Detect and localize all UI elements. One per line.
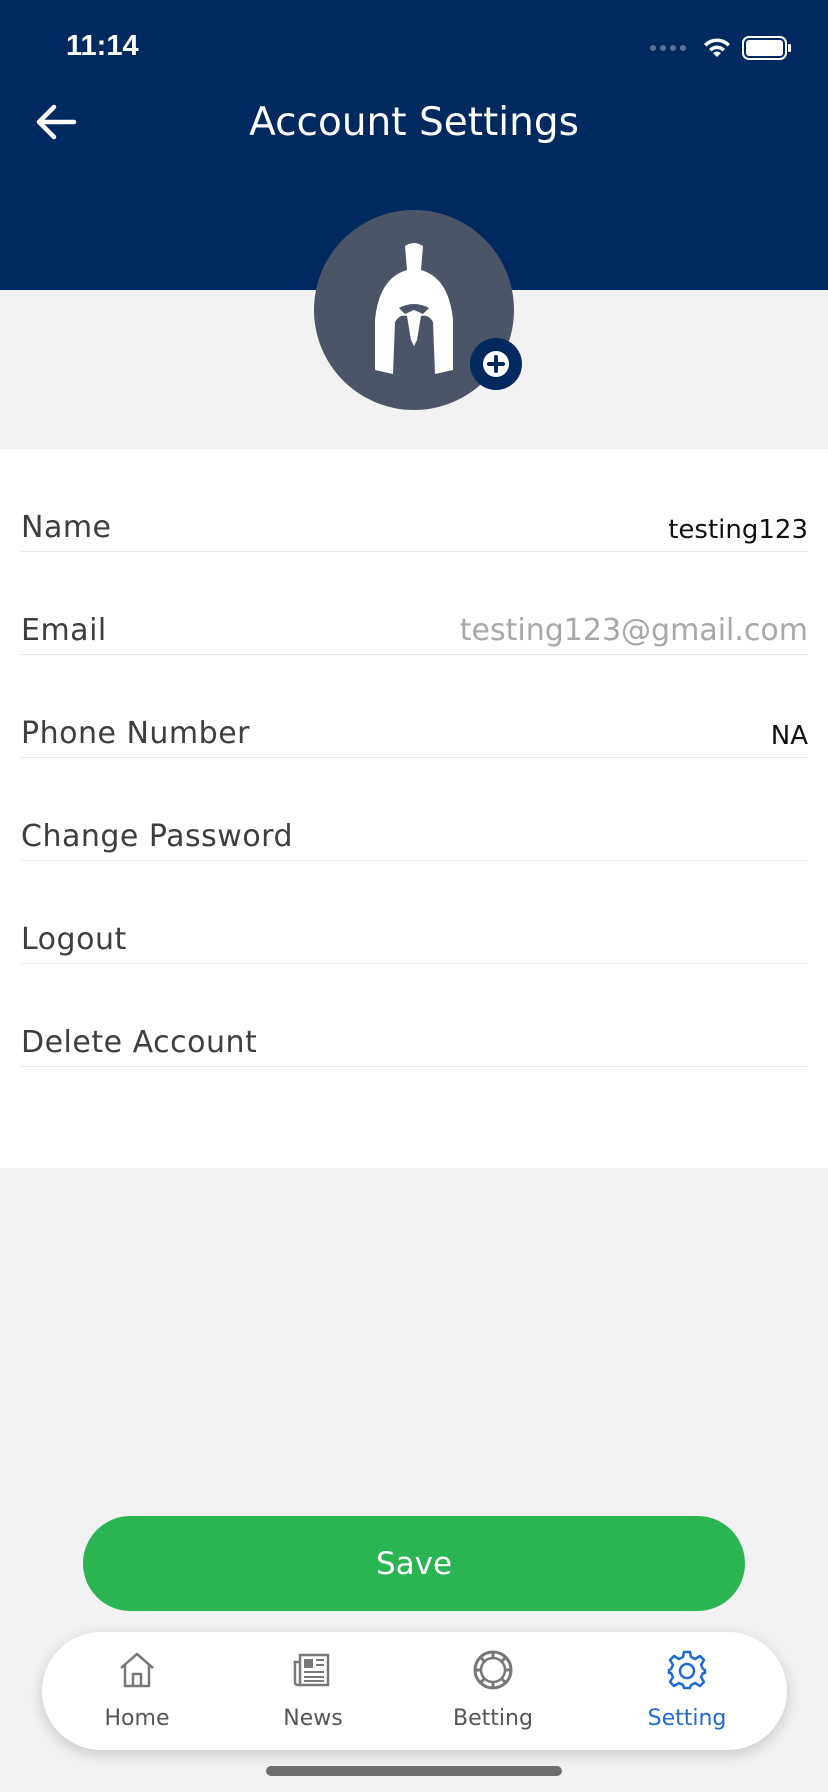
name-value[interactable]: testing123 — [668, 515, 808, 545]
plus-icon — [483, 351, 509, 377]
change-password-row[interactable]: Change Password — [21, 758, 808, 861]
bottom-tab-bar: Home News Betting Setting — [42, 1632, 787, 1750]
email-label: Email — [21, 613, 107, 648]
chip-icon — [473, 1650, 513, 1690]
status-icons — [650, 36, 792, 60]
tab-betting-label: Betting — [453, 1706, 533, 1731]
logout-label: Logout — [21, 922, 127, 957]
tab-setting-label: Setting — [647, 1706, 727, 1731]
home-indicator[interactable] — [266, 1766, 562, 1776]
tab-setting[interactable]: Setting — [612, 1632, 762, 1750]
save-button[interactable]: Save — [83, 1516, 745, 1611]
settings-list: Name testing123 Email testing123@gmail.c… — [0, 449, 828, 1168]
wifi-icon — [704, 38, 730, 57]
gear-icon — [667, 1650, 707, 1690]
tab-news[interactable]: News — [238, 1632, 388, 1750]
delete-account-row[interactable]: Delete Account — [21, 964, 808, 1067]
name-label: Name — [21, 510, 112, 545]
page-title: Account Settings — [249, 100, 579, 145]
delete-account-label: Delete Account — [21, 1025, 258, 1060]
newspaper-icon — [293, 1653, 330, 1687]
spartan-helmet-icon — [375, 243, 453, 374]
cellular-signal-icon — [650, 45, 686, 51]
phone-label: Phone Number — [21, 716, 250, 751]
profile-avatar-section — [314, 210, 522, 410]
tab-betting[interactable]: Betting — [418, 1632, 568, 1750]
tab-news-label: News — [283, 1706, 343, 1731]
phone-row[interactable]: Phone Number NA — [21, 655, 808, 758]
change-password-label: Change Password — [21, 819, 294, 854]
status-time: 11:14 — [66, 30, 139, 62]
home-icon — [120, 1652, 154, 1688]
battery-icon — [742, 36, 791, 60]
add-photo-button[interactable] — [470, 338, 522, 390]
email-value: testing123@gmail.com — [459, 613, 808, 648]
email-row[interactable]: Email testing123@gmail.com — [21, 552, 808, 655]
logout-row[interactable]: Logout — [21, 861, 808, 964]
name-row[interactable]: Name testing123 — [21, 449, 808, 552]
tab-home-label: Home — [104, 1706, 170, 1731]
phone-value[interactable]: NA — [771, 721, 808, 751]
tab-home[interactable]: Home — [62, 1632, 212, 1750]
